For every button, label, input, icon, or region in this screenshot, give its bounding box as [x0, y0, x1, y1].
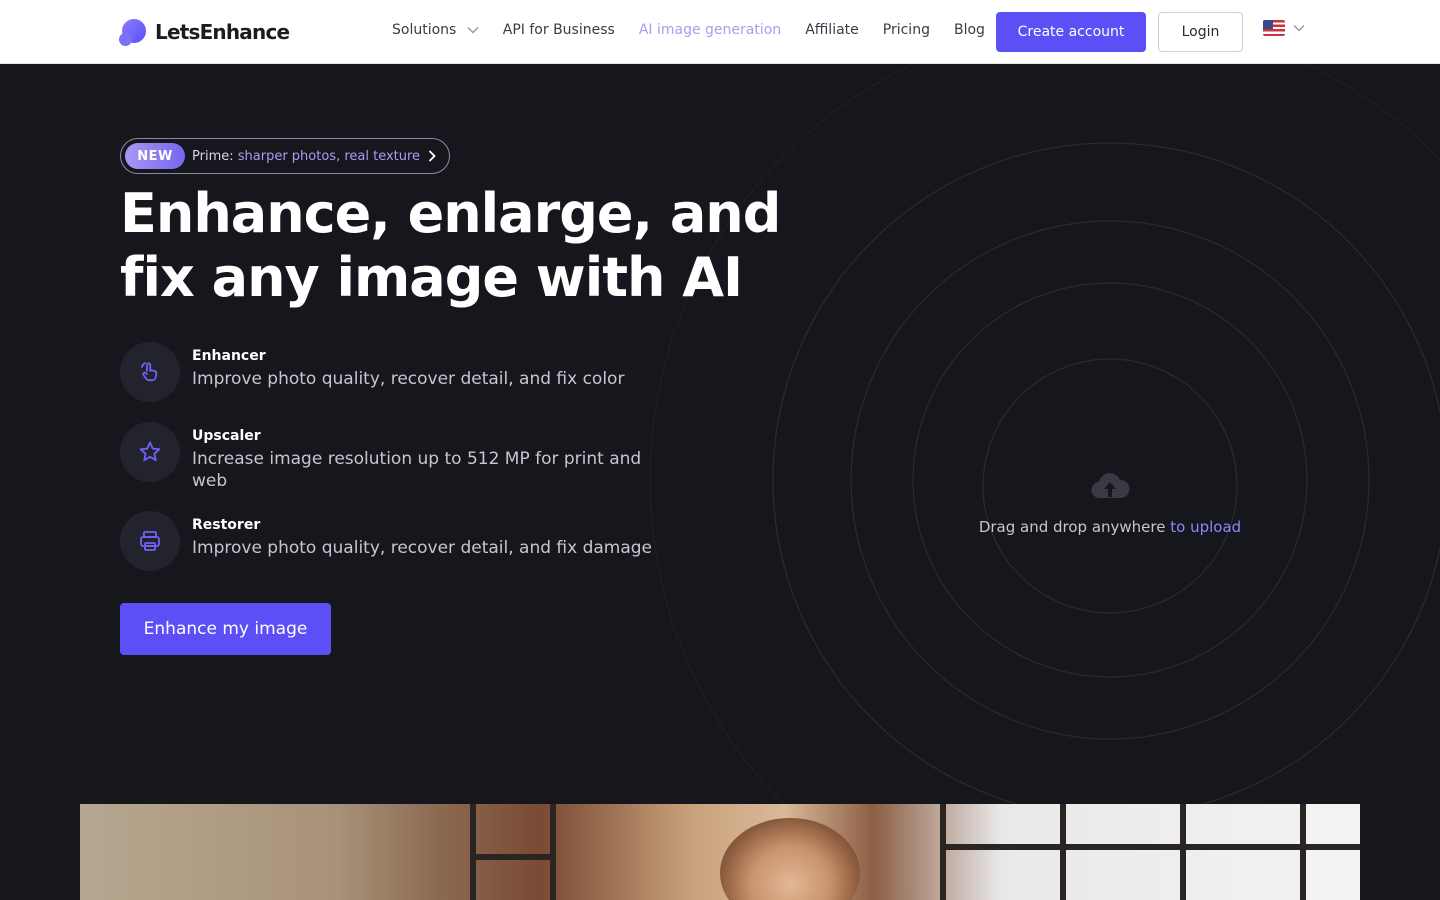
nav-item-api[interactable]: API for Business: [503, 22, 615, 38]
enhance-my-image-button[interactable]: Enhance my image: [120, 603, 331, 655]
brand-name: LetsEnhance: [155, 20, 290, 44]
login-button[interactable]: Login: [1158, 12, 1243, 52]
logo-icon: [119, 19, 146, 46]
logo[interactable]: LetsEnhance: [119, 18, 290, 46]
create-account-button[interactable]: Create account: [996, 12, 1146, 52]
chevron-down-icon: [467, 26, 479, 34]
main-nav: Solutions API for Business AI image gene…: [392, 22, 1009, 38]
upload-dropzone[interactable]: Drag and drop anywhere to upload: [960, 470, 1260, 536]
hand-pointer-icon: [120, 342, 180, 402]
nav-item-blog[interactable]: Blog: [954, 22, 985, 38]
feature-description: Improve photo quality, recover detail, a…: [192, 538, 653, 558]
printer-icon: [120, 511, 180, 571]
feature-description: Increase image resolution up to 512 MP f…: [192, 449, 642, 491]
site-header: LetsEnhance Solutions API for Business A…: [0, 0, 1440, 64]
page-title: Enhance, enlarge, and fix any image with…: [120, 182, 781, 309]
badge-text: Prime: sharper photos, real texture: [192, 148, 421, 164]
new-tag: NEW: [125, 143, 185, 169]
feature-title: Enhancer: [192, 348, 266, 364]
feature-description: Improve photo quality, recover detail, a…: [192, 369, 625, 389]
announcement-badge[interactable]: NEW Prime: sharper photos, real texture: [120, 138, 450, 174]
us-flag-icon: [1263, 20, 1285, 36]
upload-text: Drag and drop anywhere to upload: [978, 518, 1242, 536]
nav-item-ai-generation[interactable]: AI image generation: [639, 22, 781, 38]
language-selector[interactable]: [1263, 20, 1305, 36]
cloud-upload-icon: [1091, 473, 1130, 499]
hero-preview-image: [80, 804, 1360, 900]
feature-title: Upscaler: [192, 428, 261, 444]
chevron-right-icon: [428, 150, 436, 162]
feature-upscaler: Upscaler Increase image resolution up to…: [120, 422, 672, 492]
chevron-down-icon: [1293, 24, 1305, 32]
feature-enhancer: Enhancer Improve photo quality, recover …: [120, 342, 672, 402]
nav-item-pricing[interactable]: Pricing: [883, 22, 930, 38]
nav-item-affiliate[interactable]: Affiliate: [805, 22, 859, 38]
upload-link[interactable]: to upload: [1170, 518, 1241, 536]
nav-item-solutions[interactable]: Solutions: [392, 22, 479, 38]
feature-title: Restorer: [192, 517, 261, 533]
star-icon: [120, 422, 180, 482]
feature-restorer: Restorer Improve photo quality, recover …: [120, 511, 672, 571]
